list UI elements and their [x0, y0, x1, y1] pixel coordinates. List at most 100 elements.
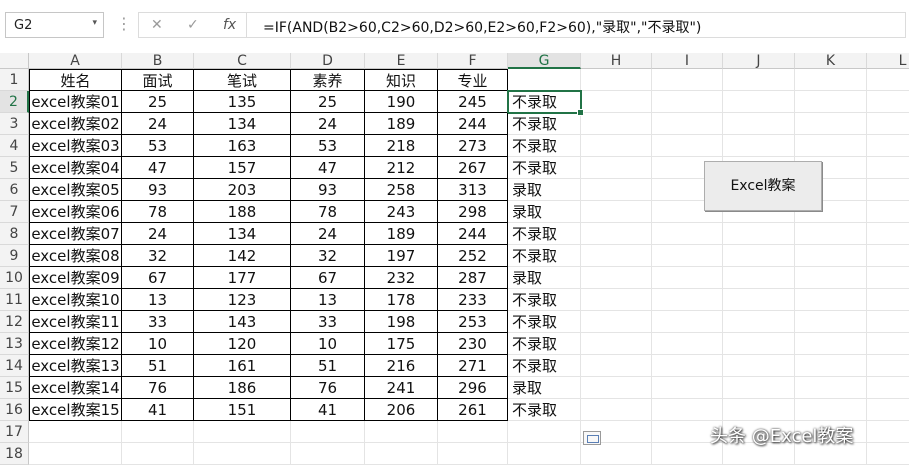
table-cell[interactable]: 24	[291, 113, 365, 135]
table-cell[interactable]: 190	[365, 91, 438, 113]
grid-cell[interactable]	[581, 69, 652, 91]
grid-cell[interactable]	[581, 245, 652, 267]
grid-cell[interactable]	[795, 289, 867, 311]
grid-cell[interactable]	[795, 135, 867, 157]
row-header-12[interactable]: 12	[0, 311, 29, 333]
table-cell[interactable]: 267	[438, 157, 508, 179]
chevron-down-icon[interactable]: ▾	[92, 18, 97, 28]
grid-cell[interactable]	[291, 421, 365, 443]
result-cell[interactable]: 不录取	[508, 223, 581, 245]
table-cell[interactable]: 53	[291, 135, 365, 157]
table-cell[interactable]: 175	[365, 333, 438, 355]
table-cell[interactable]: excel教案11	[29, 311, 122, 333]
table-cell[interactable]: excel教案03	[29, 135, 122, 157]
grid-cell[interactable]	[867, 201, 909, 223]
table-cell[interactable]: 47	[122, 157, 194, 179]
table-cell[interactable]: 273	[438, 135, 508, 157]
table-cell[interactable]: 244	[438, 113, 508, 135]
table-cell[interactable]: excel教案13	[29, 355, 122, 377]
table-cell[interactable]: 51	[291, 355, 365, 377]
table-cell[interactable]: 47	[291, 157, 365, 179]
grid-cell[interactable]	[581, 399, 652, 421]
table-header-cell[interactable]: 专业	[438, 69, 508, 91]
column-header-j[interactable]: J	[723, 53, 795, 69]
grid-cell[interactable]	[795, 223, 867, 245]
grid-cell[interactable]	[867, 223, 909, 245]
grid-cell[interactable]	[795, 333, 867, 355]
grid-cell[interactable]	[867, 69, 909, 91]
name-box[interactable]: G2 ▾	[5, 12, 104, 38]
result-cell[interactable]: 不录取	[508, 289, 581, 311]
grid-cell[interactable]	[867, 267, 909, 289]
result-cell[interactable]: 录取	[508, 201, 581, 223]
grid-cell[interactable]	[867, 311, 909, 333]
table-cell[interactable]: 25	[291, 91, 365, 113]
grid-cell[interactable]	[652, 289, 723, 311]
grid-cell[interactable]	[652, 245, 723, 267]
table-cell[interactable]: 261	[438, 399, 508, 421]
grid-cell[interactable]	[652, 355, 723, 377]
table-cell[interactable]: 24	[291, 223, 365, 245]
grid-cell[interactable]	[723, 91, 795, 113]
table-cell[interactable]: 93	[122, 179, 194, 201]
active-cell-g2[interactable]: 不录取	[507, 90, 582, 114]
column-header-l[interactable]: L	[867, 53, 909, 69]
row-header-1[interactable]: 1	[0, 69, 29, 91]
table-cell[interactable]: 243	[365, 201, 438, 223]
result-cell[interactable]: 录取	[508, 267, 581, 289]
table-cell[interactable]: 177	[194, 267, 291, 289]
table-header-cell[interactable]: 姓名	[29, 69, 122, 91]
table-cell[interactable]: 32	[122, 245, 194, 267]
grid-cell[interactable]	[867, 355, 909, 377]
grid-cell[interactable]	[508, 69, 581, 91]
grid-cell[interactable]	[652, 267, 723, 289]
row-header-4[interactable]: 4	[0, 135, 29, 157]
row-header-11[interactable]: 11	[0, 289, 29, 311]
table-cell[interactable]: 298	[438, 201, 508, 223]
row-header-7[interactable]: 7	[0, 201, 29, 223]
table-cell[interactable]: 143	[194, 311, 291, 333]
grid-cell[interactable]	[581, 201, 652, 223]
table-cell[interactable]: 120	[194, 333, 291, 355]
table-cell[interactable]: 32	[291, 245, 365, 267]
grid-cell[interactable]	[723, 377, 795, 399]
row-header-8[interactable]: 8	[0, 223, 29, 245]
table-cell[interactable]: 51	[122, 355, 194, 377]
table-header-cell[interactable]: 知识	[365, 69, 438, 91]
table-cell[interactable]: 296	[438, 377, 508, 399]
table-cell[interactable]: 53	[122, 135, 194, 157]
table-cell[interactable]: 212	[365, 157, 438, 179]
table-cell[interactable]: excel教案07	[29, 223, 122, 245]
table-cell[interactable]: 134	[194, 223, 291, 245]
grid-cell[interactable]	[867, 157, 909, 179]
grid-cell[interactable]	[581, 333, 652, 355]
result-cell[interactable]: 录取	[508, 377, 581, 399]
table-cell[interactable]: 161	[194, 355, 291, 377]
table-cell[interactable]: 216	[365, 355, 438, 377]
table-cell[interactable]: 67	[122, 267, 194, 289]
grid-cell[interactable]	[723, 267, 795, 289]
table-cell[interactable]: excel教案06	[29, 201, 122, 223]
grid-cell[interactable]	[581, 91, 652, 113]
grid-cell[interactable]	[581, 135, 652, 157]
table-cell[interactable]: 135	[194, 91, 291, 113]
grid-cell[interactable]	[581, 355, 652, 377]
table-cell[interactable]: 244	[438, 223, 508, 245]
grid-cell[interactable]	[122, 421, 194, 443]
grid-cell[interactable]	[867, 399, 909, 421]
table-cell[interactable]: 78	[122, 201, 194, 223]
grid-cell[interactable]	[581, 311, 652, 333]
result-cell[interactable]: 不录取	[508, 245, 581, 267]
column-header-a[interactable]: A	[29, 53, 122, 69]
formula-input[interactable]: =IF(AND(B2>60,C2>60,D2>60,E2>60,F2>60),"…	[246, 12, 906, 38]
table-cell[interactable]: 203	[194, 179, 291, 201]
table-cell[interactable]: 33	[291, 311, 365, 333]
grid-cell[interactable]	[795, 113, 867, 135]
grid-cell[interactable]	[652, 135, 723, 157]
grid-cell[interactable]	[581, 113, 652, 135]
column-header-i[interactable]: I	[652, 53, 723, 69]
table-cell[interactable]: 241	[365, 377, 438, 399]
table-cell[interactable]: 271	[438, 355, 508, 377]
grid-cell[interactable]	[194, 421, 291, 443]
result-cell[interactable]: 不录取	[508, 333, 581, 355]
